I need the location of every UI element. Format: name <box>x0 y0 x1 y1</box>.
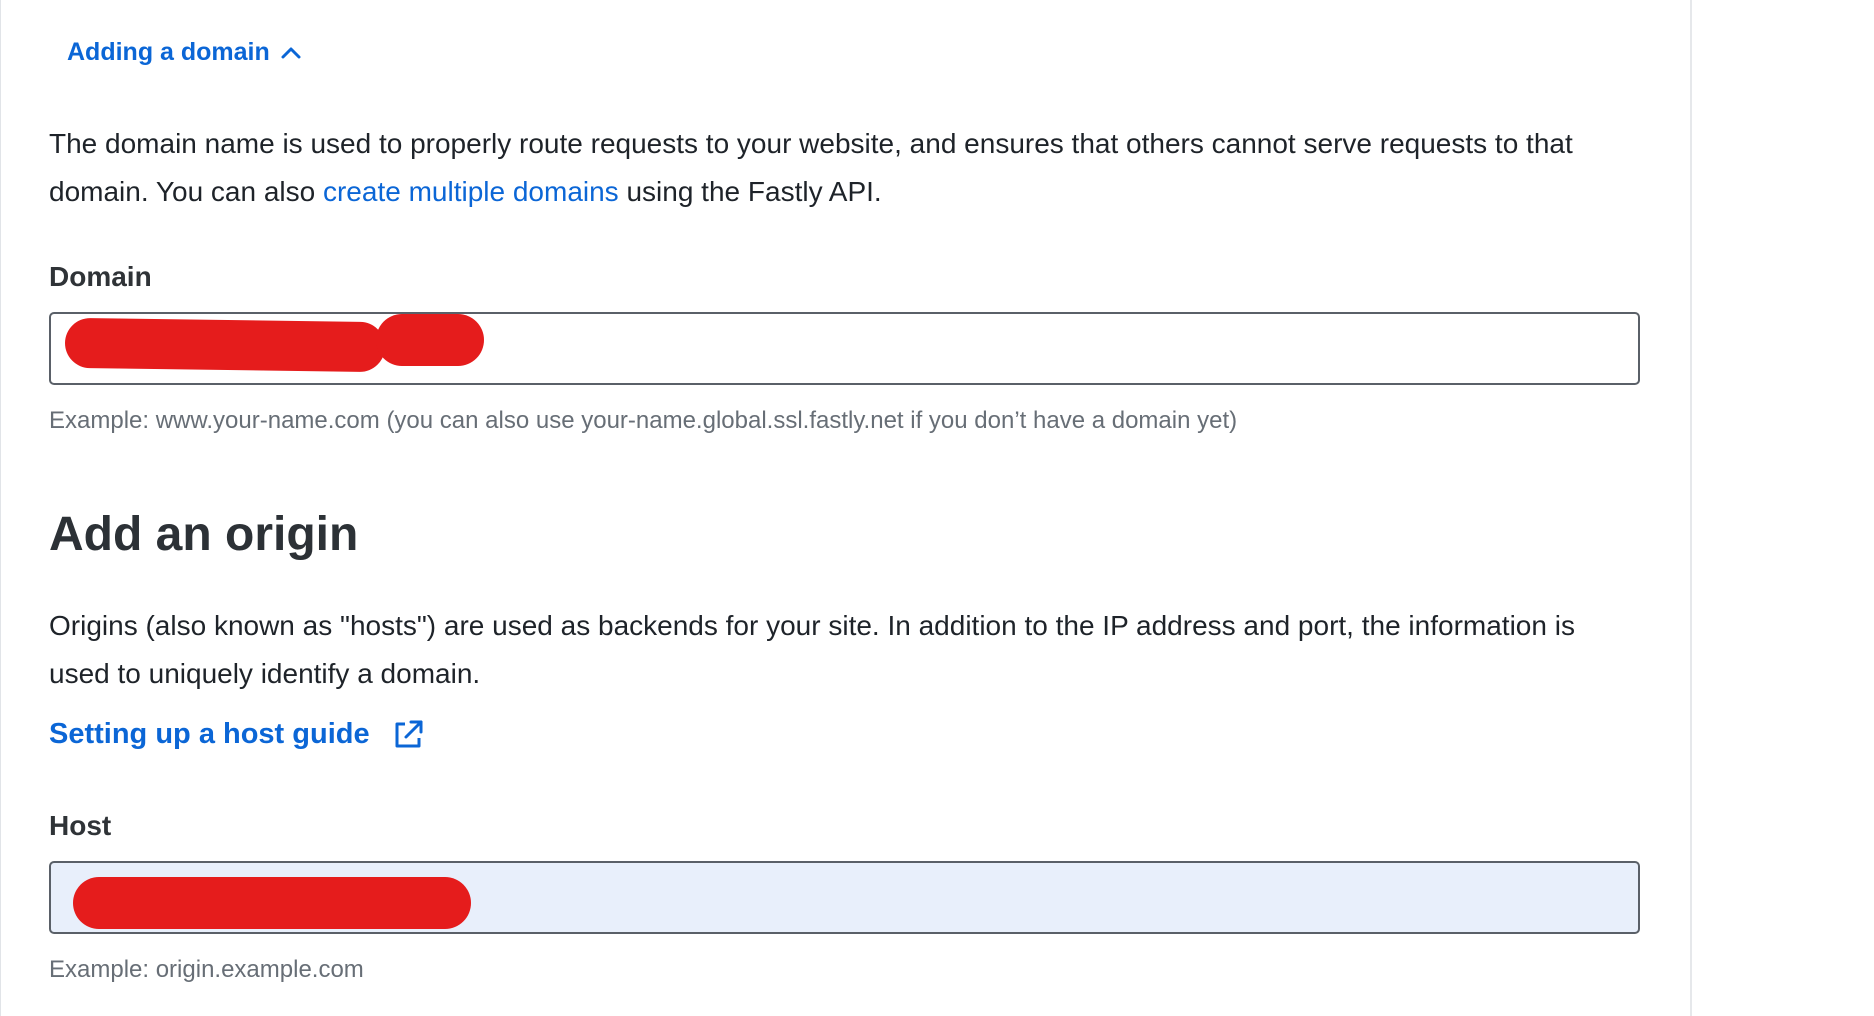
origin-description: Origins (also known as "hosts") are used… <box>49 610 1575 689</box>
host-guide-link-label: Setting up a host guide <box>49 718 370 750</box>
right-panel-divider <box>1690 0 1692 1016</box>
domain-description-text-end: using the Fastly API. <box>618 176 882 207</box>
domain-field-label: Domain <box>49 261 152 292</box>
external-link-icon <box>392 719 424 751</box>
page: Adding a domain The domain name is used … <box>0 0 1874 1016</box>
chevron-up-icon <box>280 46 302 60</box>
adding-domain-toggle[interactable]: Adding a domain <box>67 38 302 67</box>
redaction-mark <box>376 314 484 366</box>
create-multiple-domains-link[interactable]: create multiple domains <box>323 176 619 207</box>
host-input[interactable] <box>49 861 1640 934</box>
redaction-mark <box>73 877 471 929</box>
add-origin-heading: Add an origin <box>49 508 359 561</box>
host-guide-link[interactable]: Setting up a host guide <box>49 718 424 751</box>
host-field-hint: Example: origin.example.com <box>49 956 364 983</box>
redaction-mark <box>64 317 386 373</box>
domain-field-hint: Example: www.your-name.com (you can also… <box>49 407 1238 434</box>
host-field-label: Host <box>49 810 112 841</box>
domain-description: The domain name is used to properly rout… <box>49 120 1649 216</box>
left-border <box>0 0 1 1016</box>
adding-domain-toggle-label: Adding a domain <box>67 38 270 66</box>
domain-input[interactable] <box>49 312 1640 385</box>
